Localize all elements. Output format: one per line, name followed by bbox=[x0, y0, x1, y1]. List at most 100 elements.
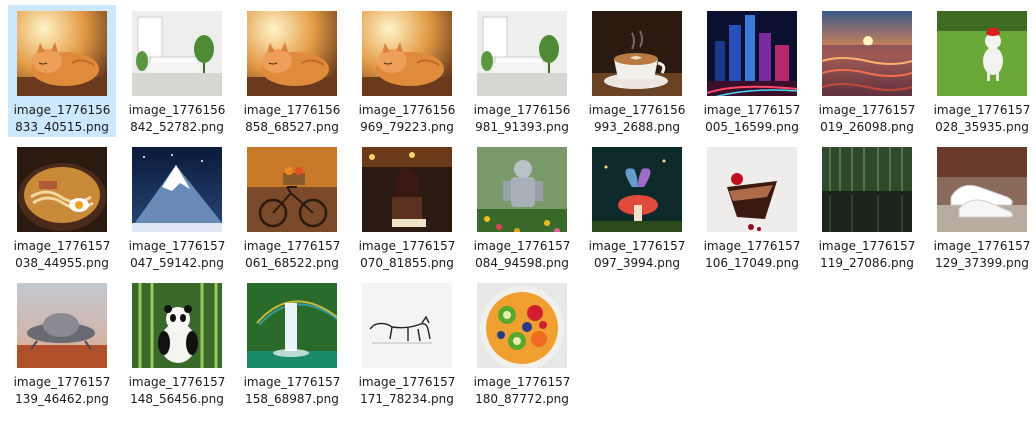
file-name-line-2: 106_17049.png bbox=[705, 256, 799, 270]
file-name: image_1776157 019_26098.png bbox=[814, 102, 920, 136]
file-item[interactable]: image_1776157 028_35935.png bbox=[928, 5, 1036, 137]
file-name-line-1: image_1776157 bbox=[13, 375, 111, 389]
file-item[interactable]: image_1776157 038_44955.png bbox=[8, 141, 116, 273]
file-name-line-1: image_1776157 bbox=[243, 375, 341, 389]
file-name: image_1776156 993_2688.png bbox=[584, 102, 690, 136]
file-name-line-2: 148_56456.png bbox=[130, 392, 224, 406]
sleeping-cat-thumbnail bbox=[17, 11, 107, 96]
sleeping-cat-thumbnail bbox=[247, 11, 337, 96]
file-name-line-1: image_1776157 bbox=[473, 375, 571, 389]
file-name: image_1776156 969_79223.png bbox=[354, 102, 460, 136]
file-name: image_1776157 084_94598.png bbox=[469, 238, 575, 272]
file-item[interactable]: image_1776157 097_3994.png bbox=[583, 141, 691, 273]
file-name-line-2: 969_79223.png bbox=[360, 120, 454, 134]
file-item[interactable]: image_1776156 981_91393.png bbox=[468, 5, 576, 137]
file-name-line-2: 180_87772.png bbox=[475, 392, 569, 406]
file-item[interactable]: image_1776157 180_87772.png bbox=[468, 277, 576, 409]
file-name: image_1776157 028_35935.png bbox=[929, 102, 1035, 136]
waterfall-rainbow-thumbnail bbox=[247, 283, 337, 368]
forest-lake-thumbnail bbox=[822, 147, 912, 232]
white-sneakers-thumbnail bbox=[937, 147, 1027, 232]
file-name-line-2: 139_46462.png bbox=[15, 392, 109, 406]
sleeping-cat-thumbnail bbox=[362, 11, 452, 96]
file-name: image_1776156 981_91393.png bbox=[469, 102, 575, 136]
coffee-cup-thumbnail bbox=[592, 11, 682, 96]
file-item[interactable]: image_1776156 858_68527.png bbox=[238, 5, 346, 137]
file-name-line-2: 842_52782.png bbox=[130, 120, 224, 134]
file-item[interactable]: image_1776157 171_78234.png bbox=[353, 277, 461, 409]
file-name-line-2: 158_68987.png bbox=[245, 392, 339, 406]
file-name-line-1: image_1776157 bbox=[933, 239, 1031, 253]
file-name: image_1776157 070_81855.png bbox=[354, 238, 460, 272]
file-item[interactable]: image_1776157 061_68522.png bbox=[238, 141, 346, 273]
file-name-line-1: image_1776157 bbox=[128, 239, 226, 253]
file-name: image_1776157 148_56456.png bbox=[124, 374, 230, 408]
file-name: image_1776157 139_46462.png bbox=[9, 374, 115, 408]
white-living-room-thumbnail bbox=[477, 11, 567, 96]
file-item[interactable]: image_1776157 106_17049.png bbox=[698, 141, 806, 273]
file-name-line-2: 084_94598.png bbox=[475, 256, 569, 270]
file-name-line-1: image_1776156 bbox=[588, 103, 686, 117]
file-name-line-2: 171_78234.png bbox=[360, 392, 454, 406]
white-living-room-thumbnail bbox=[132, 11, 222, 96]
dog-with-hat-thumbnail bbox=[937, 11, 1027, 96]
file-name: image_1776157 047_59142.png bbox=[124, 238, 230, 272]
file-item[interactable]: image_1776157 139_46462.png bbox=[8, 277, 116, 409]
file-item[interactable]: image_1776157 084_94598.png bbox=[468, 141, 576, 273]
file-name: image_1776157 180_87772.png bbox=[469, 374, 575, 408]
file-name-line-1: image_1776157 bbox=[818, 239, 916, 253]
file-name: image_1776157 038_44955.png bbox=[9, 238, 115, 272]
file-item[interactable]: image_1776157 019_26098.png bbox=[813, 5, 921, 137]
file-name-line-1: image_1776157 bbox=[933, 103, 1031, 117]
file-item[interactable]: image_1776157 070_81855.png bbox=[353, 141, 461, 273]
file-name-line-1: image_1776157 bbox=[473, 239, 571, 253]
file-name: image_1776157 097_3994.png bbox=[584, 238, 690, 272]
file-name: image_1776157 129_37399.png bbox=[929, 238, 1035, 272]
file-item[interactable]: image_1776157 119_27086.png bbox=[813, 141, 921, 273]
ufo-desert-thumbnail bbox=[17, 283, 107, 368]
file-name-line-1: image_1776157 bbox=[128, 375, 226, 389]
file-name-line-2: 019_26098.png bbox=[820, 120, 914, 134]
file-name: image_1776157 005_16599.png bbox=[699, 102, 805, 136]
file-name: image_1776157 119_27086.png bbox=[814, 238, 920, 272]
file-name-line-1: image_1776157 bbox=[588, 239, 686, 253]
file-name-line-1: image_1776156 bbox=[358, 103, 456, 117]
snowy-mountain-thumbnail bbox=[132, 147, 222, 232]
file-grid: image_1776156 833_40515.png image_1776156… bbox=[0, 0, 1036, 447]
file-item[interactable]: image_1776157 148_56456.png bbox=[123, 277, 231, 409]
file-name-line-2: 038_44955.png bbox=[15, 256, 109, 270]
autumn-bicycle-thumbnail bbox=[247, 147, 337, 232]
file-item[interactable]: image_1776157 047_59142.png bbox=[123, 141, 231, 273]
file-item[interactable]: image_1776156 969_79223.png bbox=[353, 5, 461, 137]
file-name-line-1: image_1776157 bbox=[818, 103, 916, 117]
file-name: image_1776157 171_78234.png bbox=[354, 374, 460, 408]
file-item[interactable]: image_1776156 833_40515.png bbox=[8, 5, 116, 137]
file-name-line-2: 981_91393.png bbox=[475, 120, 569, 134]
chocolate-cake-thumbnail bbox=[707, 147, 797, 232]
fairy-mushroom-thumbnail bbox=[592, 147, 682, 232]
file-name-line-2: 833_40515.png bbox=[15, 120, 109, 134]
file-item[interactable]: image_1776157 005_16599.png bbox=[698, 5, 806, 137]
file-name: image_1776156 858_68527.png bbox=[239, 102, 345, 136]
file-name-line-1: image_1776156 bbox=[128, 103, 226, 117]
file-name-line-1: image_1776157 bbox=[358, 239, 456, 253]
file-item[interactable]: image_1776156 993_2688.png bbox=[583, 5, 691, 137]
file-item[interactable]: image_1776156 842_52782.png bbox=[123, 5, 231, 137]
fruit-salad-thumbnail bbox=[477, 283, 567, 368]
file-name-line-1: image_1776156 bbox=[13, 103, 111, 117]
neon-city-thumbnail bbox=[707, 11, 797, 96]
file-name-line-2: 061_68522.png bbox=[245, 256, 339, 270]
robot-in-flowers-thumbnail bbox=[477, 147, 567, 232]
file-name-line-2: 119_27086.png bbox=[820, 256, 914, 270]
file-item[interactable]: image_1776157 158_68987.png bbox=[238, 277, 346, 409]
file-name: image_1776157 061_68522.png bbox=[239, 238, 345, 272]
file-name-line-1: image_1776157 bbox=[703, 239, 801, 253]
file-name-line-2: 047_59142.png bbox=[130, 256, 224, 270]
file-item[interactable]: image_1776157 129_37399.png bbox=[928, 141, 1036, 273]
file-name: image_1776156 842_52782.png bbox=[124, 102, 230, 136]
file-name-line-1: image_1776157 bbox=[13, 239, 111, 253]
file-name-line-1: image_1776156 bbox=[473, 103, 571, 117]
file-name-line-2: 129_37399.png bbox=[935, 256, 1029, 270]
woman-reading-thumbnail bbox=[362, 147, 452, 232]
file-name: image_1776156 833_40515.png bbox=[9, 102, 115, 136]
